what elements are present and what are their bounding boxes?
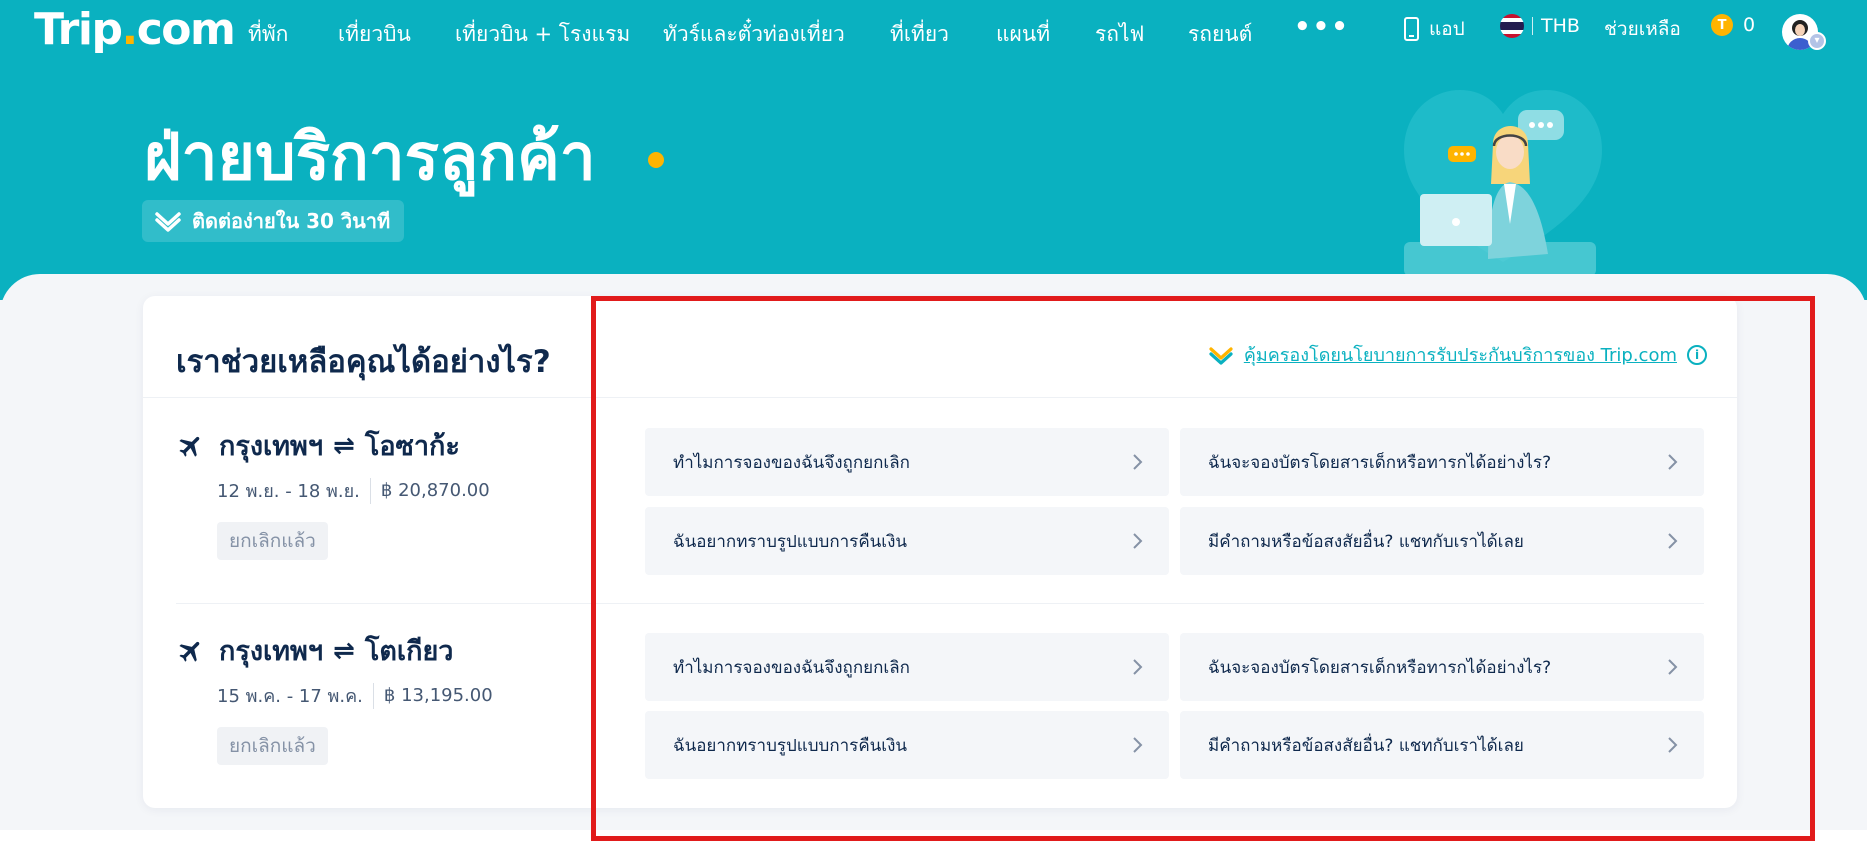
page-footer-edge xyxy=(0,830,1867,844)
help-label: ช่วยเหลือ xyxy=(1604,18,1681,40)
chevron-right-icon xyxy=(1668,454,1678,470)
chevron-right-icon xyxy=(1668,737,1678,753)
trip-route: กรุงเทพฯ ⇌ โตเกียว xyxy=(177,629,453,672)
service-guarantee-label: คุ้มครองโดยนโยบายการรับประกันบริการของ T… xyxy=(1243,345,1677,366)
nav-flights[interactable]: เที่ยวบิน xyxy=(338,18,411,51)
currency-selector[interactable]: THB xyxy=(1500,14,1580,38)
double-check-icon xyxy=(155,212,181,232)
trip-details: 12 พ.ย. - 18 พ.ย. ฿ 20,870.00 xyxy=(217,476,490,505)
thai-flag-icon xyxy=(1500,14,1524,38)
chevron-right-icon xyxy=(1133,659,1143,675)
trip-price: ฿ 20,870.00 xyxy=(380,480,490,501)
faq-item[interactable]: ฉันจะจองบัตรโดยสารเด็กหรือทารกได้อย่างไร… xyxy=(1180,633,1704,701)
faq-label: ฉันจะจองบัตรโดยสารเด็กหรือทารกได้อย่างไร… xyxy=(1208,452,1552,473)
faq-item[interactable]: ทำไมการจองของฉันจึงถูกยกเลิก xyxy=(645,633,1169,701)
faq-label: มีคำถามหรือข้อสงสัยอื่น? แชทกับเราได้เลย xyxy=(1208,735,1524,756)
chevron-right-icon xyxy=(1668,659,1678,675)
trip-details: 15 พ.ค. - 17 พ.ค. ฿ 13,195.00 xyxy=(217,681,493,710)
airplane-icon xyxy=(179,641,200,662)
faq-item[interactable]: ฉันอยากทราบรูปแบบการคืนเงิน xyxy=(645,711,1169,779)
currency-label: THB xyxy=(1541,15,1580,37)
trip-dates: 15 พ.ค. - 17 พ.ค. xyxy=(217,686,363,707)
faq-item[interactable]: ฉันอยากทราบรูปแบบการคืนเงิน xyxy=(645,507,1169,575)
nav-hotels[interactable]: ที่พัก xyxy=(248,18,288,51)
airplane-icon xyxy=(179,436,200,457)
top-navigation: Trip.com ที่พัก เที่ยวบิน เที่ยวบิน + โร… xyxy=(0,0,1867,64)
nav-attractions[interactable]: ที่เที่ยว xyxy=(890,18,949,51)
nav-trains[interactable]: รถไฟ xyxy=(1095,18,1144,51)
faq-label: ฉันอยากทราบรูปแบบการคืนเงิน xyxy=(673,735,908,756)
faq-label: ทำไมการจองของฉันจึงถูกยกเลิก xyxy=(673,657,910,678)
faq-label: ฉันจะจองบัตรโดยสารเด็กหรือทารกได้อย่างไร… xyxy=(1208,657,1552,678)
chevron-right-icon xyxy=(1133,533,1143,549)
membership-badge-icon: ▾ xyxy=(1808,32,1826,50)
status-badge: ยกเลิกแล้ว xyxy=(217,522,328,560)
nav-flight-hotel[interactable]: เที่ยวบิน + โรงแรม xyxy=(455,18,630,51)
service-guarantee-link[interactable]: คุ้มครองโดยนโยบายการรับประกันบริการของ T… xyxy=(1208,340,1707,369)
nav-tours-tickets[interactable]: ทัวร์และตั๋วท่องเที่ยว xyxy=(663,18,845,51)
help-link[interactable]: ช่วยเหลือ xyxy=(1604,14,1681,44)
faq-label: มีคำถามหรือข้อสงสัยอื่น? แชทกับเราได้เลย xyxy=(1208,531,1524,552)
fast-contact-label: ติดต่อง่ายใน 30 วินาที xyxy=(192,209,391,233)
page-title: ฝ่ายบริการลูกค้า xyxy=(144,121,596,195)
separator xyxy=(372,682,374,709)
phone-icon xyxy=(1404,17,1419,41)
chevron-right-icon xyxy=(1668,533,1678,549)
faq-item[interactable]: มีคำถามหรือข้อสงสัยอื่น? แชทกับเราได้เลย xyxy=(1180,507,1704,575)
trip-coin-icon: T xyxy=(1711,14,1733,36)
fast-contact-badge: ติดต่อง่ายใน 30 วินาที xyxy=(142,200,405,242)
double-check-icon xyxy=(1209,346,1233,365)
nav-more-button[interactable]: ••• xyxy=(1294,12,1350,42)
trip-price: ฿ 13,195.00 xyxy=(383,685,493,706)
separator xyxy=(369,477,371,504)
coin-count: 0 xyxy=(1743,14,1756,36)
destination-city: โอซาก้ะ xyxy=(364,431,460,462)
info-icon[interactable]: i xyxy=(1687,344,1707,365)
destination-city: โตเกียว xyxy=(364,636,454,667)
support-agent-illustration xyxy=(1404,90,1602,276)
trip-dates: 12 พ.ย. - 18 พ.ย. xyxy=(217,481,360,502)
trip-coins[interactable]: T 0 xyxy=(1711,14,1755,36)
help-card-title: เราช่วยเหลือคุณได้อย่างไร? xyxy=(176,344,551,380)
app-label: แอป xyxy=(1429,18,1465,40)
app-download-link[interactable]: แอป xyxy=(1404,14,1465,44)
nav-maps[interactable]: แผนที่ xyxy=(996,18,1050,51)
divider xyxy=(143,397,1737,398)
faq-label: ฉันอยากทราบรูปแบบการคืนเงิน xyxy=(673,531,908,552)
status-badge: ยกเลิกแล้ว xyxy=(217,727,328,765)
trip-route: กรุงเทพฯ ⇌ โอซาก้ะ xyxy=(177,424,460,467)
title-dot-decoration xyxy=(648,152,664,168)
help-card: เราช่วยเหลือคุณได้อย่างไร? คุ้มครองโดยนโ… xyxy=(143,296,1737,808)
faq-item[interactable]: มีคำถามหรือข้อสงสัยอื่น? แชทกับเราได้เลย xyxy=(1180,711,1704,779)
separator xyxy=(1532,17,1533,35)
chevron-right-icon xyxy=(1133,737,1143,753)
round-trip-icon: ⇌ xyxy=(333,635,355,666)
round-trip-icon: ⇌ xyxy=(333,430,355,461)
origin-city: กรุงเทพฯ xyxy=(219,431,324,462)
chevron-right-icon xyxy=(1133,454,1143,470)
faq-item[interactable]: ฉันจะจองบัตรโดยสารเด็กหรือทารกได้อย่างไร… xyxy=(1180,428,1704,496)
divider xyxy=(176,603,1704,604)
trip-logo[interactable]: Trip.com xyxy=(34,4,236,55)
faq-label: ทำไมการจองของฉันจึงถูกยกเลิก xyxy=(673,452,910,473)
origin-city: กรุงเทพฯ xyxy=(219,636,324,667)
faq-item[interactable]: ทำไมการจองของฉันจึงถูกยกเลิก xyxy=(645,428,1169,496)
nav-cars[interactable]: รถยนต์ xyxy=(1188,18,1252,51)
